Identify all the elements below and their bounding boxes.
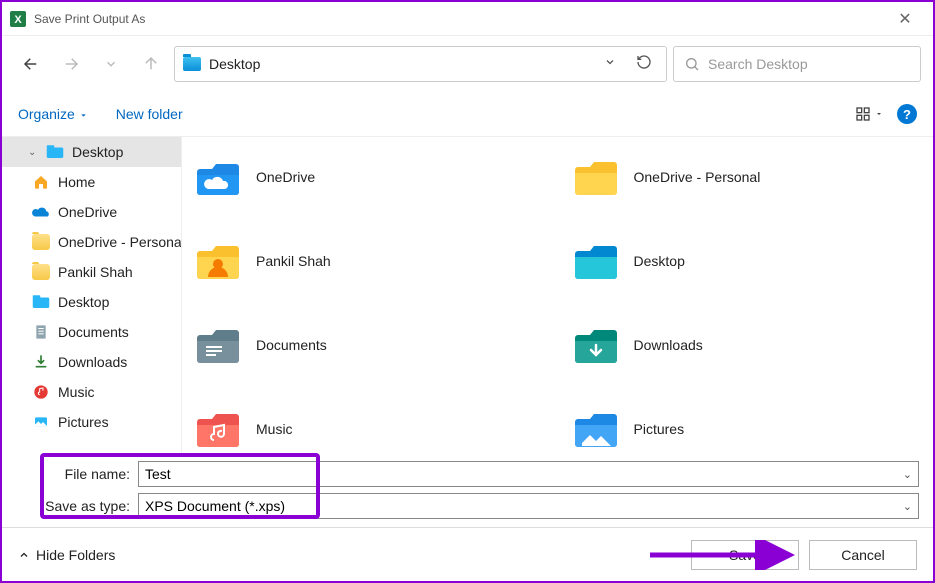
save-as-type-dropdown[interactable]: XPS Document (*.xps) ⌄ xyxy=(138,493,919,519)
chevron-down-icon[interactable]: ⌄ xyxy=(897,500,912,513)
sidebar-item-label: Documents xyxy=(58,324,129,340)
sidebar-item-label: OneDrive xyxy=(58,204,117,220)
search-box[interactable] xyxy=(673,46,921,82)
user-folder-icon xyxy=(194,237,242,285)
main-area: Desktop Home OneDrive OneDrive - Persona… xyxy=(2,136,933,453)
help-button[interactable]: ? xyxy=(897,104,917,124)
documents-folder-icon xyxy=(194,321,242,369)
address-text: Desktop xyxy=(209,56,590,72)
excel-app-icon: X xyxy=(10,11,26,27)
hide-folders-label: Hide Folders xyxy=(36,547,115,563)
item-label: Pictures xyxy=(634,421,685,437)
music-folder-icon xyxy=(194,405,242,453)
downloads-icon xyxy=(32,354,50,370)
sidebar-item-onedrive[interactable]: OneDrive xyxy=(2,197,181,227)
search-input[interactable] xyxy=(708,56,910,72)
desktop-icon xyxy=(46,144,64,160)
folder-desktop[interactable]: Desktop xyxy=(568,233,926,289)
sidebar-item-desktop[interactable]: Desktop xyxy=(2,137,181,167)
cancel-button[interactable]: Cancel xyxy=(809,540,917,570)
file-inputs-area: File name: Test ⌄ Save as type: XPS Docu… xyxy=(2,453,933,527)
chevron-up-icon xyxy=(18,549,30,561)
item-label: OneDrive xyxy=(256,169,315,185)
content-pane[interactable]: OneDrive OneDrive - Personal Pankil Shah… xyxy=(182,137,933,453)
downloads-folder-icon xyxy=(572,321,620,369)
desktop-folder-icon xyxy=(183,57,201,71)
folder-icon xyxy=(32,234,50,250)
sidebar-item-label: Home xyxy=(58,174,95,190)
documents-icon xyxy=(32,324,50,340)
footer: Hide Folders Save Cancel xyxy=(2,527,933,581)
sidebar-item-user[interactable]: Pankil Shah xyxy=(2,257,181,287)
title-bar: X Save Print Output As ✕ xyxy=(2,2,933,36)
filename-input[interactable]: Test ⌄ xyxy=(138,461,919,487)
folder-music[interactable]: Music xyxy=(190,401,548,453)
folder-icon xyxy=(32,264,50,280)
sidebar-item-label: OneDrive - Personal xyxy=(58,234,181,250)
onedrive-folder-icon xyxy=(194,153,242,201)
nav-bar: Desktop xyxy=(2,36,933,92)
sidebar-item-onedrive-personal[interactable]: OneDrive - Personal xyxy=(2,227,181,257)
sidebar-item-desktop2[interactable]: Desktop xyxy=(2,287,181,317)
back-button[interactable] xyxy=(14,47,48,81)
item-label: Music xyxy=(256,421,293,437)
view-options-button[interactable] xyxy=(855,106,883,122)
folder-onedrive-personal[interactable]: OneDrive - Personal xyxy=(568,149,926,205)
address-dropdown[interactable] xyxy=(598,55,622,73)
folder-pictures[interactable]: Pictures xyxy=(568,401,926,453)
close-button[interactable]: ✕ xyxy=(885,9,925,29)
sidebar-item-label: Pictures xyxy=(58,414,109,430)
home-icon xyxy=(32,174,50,190)
onedrive-icon xyxy=(32,204,50,220)
view-icon xyxy=(855,106,871,122)
sidebar-item-label: Desktop xyxy=(72,144,123,160)
sidebar-item-label: Music xyxy=(58,384,95,400)
address-bar[interactable]: Desktop xyxy=(174,46,667,82)
toolbar: Organize New folder ? xyxy=(2,92,933,136)
sidebar-item-downloads[interactable]: Downloads xyxy=(2,347,181,377)
window-title: Save Print Output As xyxy=(34,12,145,26)
svg-text:X: X xyxy=(14,14,22,26)
organize-menu[interactable]: Organize xyxy=(18,106,88,122)
folder-documents[interactable]: Documents xyxy=(190,317,548,373)
folder-user[interactable]: Pankil Shah xyxy=(190,233,548,289)
desktop-folder-icon xyxy=(572,237,620,285)
sidebar-item-label: Desktop xyxy=(58,294,109,310)
sidebar-item-music[interactable]: Music xyxy=(2,377,181,407)
sidebar-item-label: Downloads xyxy=(58,354,127,370)
desktop-icon xyxy=(32,294,50,310)
chevron-down-icon[interactable]: ⌄ xyxy=(897,468,912,481)
folder-onedrive[interactable]: OneDrive xyxy=(190,149,548,205)
sidebar-item-pictures[interactable]: Pictures xyxy=(2,407,181,437)
item-label: Downloads xyxy=(634,337,703,353)
search-icon xyxy=(684,56,700,72)
sidebar-item-label: Pankil Shah xyxy=(58,264,133,280)
up-button[interactable] xyxy=(134,47,168,81)
item-label: Desktop xyxy=(634,253,685,269)
forward-button[interactable] xyxy=(54,47,88,81)
filename-label: File name: xyxy=(16,466,138,482)
sidebar-item-documents[interactable]: Documents xyxy=(2,317,181,347)
save-as-type-value: XPS Document (*.xps) xyxy=(145,498,285,514)
folder-downloads[interactable]: Downloads xyxy=(568,317,926,373)
chevron-down-icon xyxy=(875,110,883,118)
item-label: Documents xyxy=(256,337,327,353)
sidebar[interactable]: Desktop Home OneDrive OneDrive - Persona… xyxy=(2,137,182,453)
sidebar-item-home[interactable]: Home xyxy=(2,167,181,197)
pictures-folder-icon xyxy=(572,405,620,453)
pictures-icon xyxy=(32,414,50,430)
item-label: Pankil Shah xyxy=(256,253,331,269)
filename-value: Test xyxy=(145,466,171,482)
folder-icon xyxy=(572,153,620,201)
item-label: OneDrive - Personal xyxy=(634,169,761,185)
save-as-type-label: Save as type: xyxy=(16,498,138,514)
music-icon xyxy=(32,384,50,400)
refresh-button[interactable] xyxy=(630,54,658,75)
save-button[interactable]: Save xyxy=(691,540,799,570)
hide-folders-button[interactable]: Hide Folders xyxy=(18,547,115,563)
new-folder-button[interactable]: New folder xyxy=(116,106,183,122)
recent-locations-button[interactable] xyxy=(94,47,128,81)
